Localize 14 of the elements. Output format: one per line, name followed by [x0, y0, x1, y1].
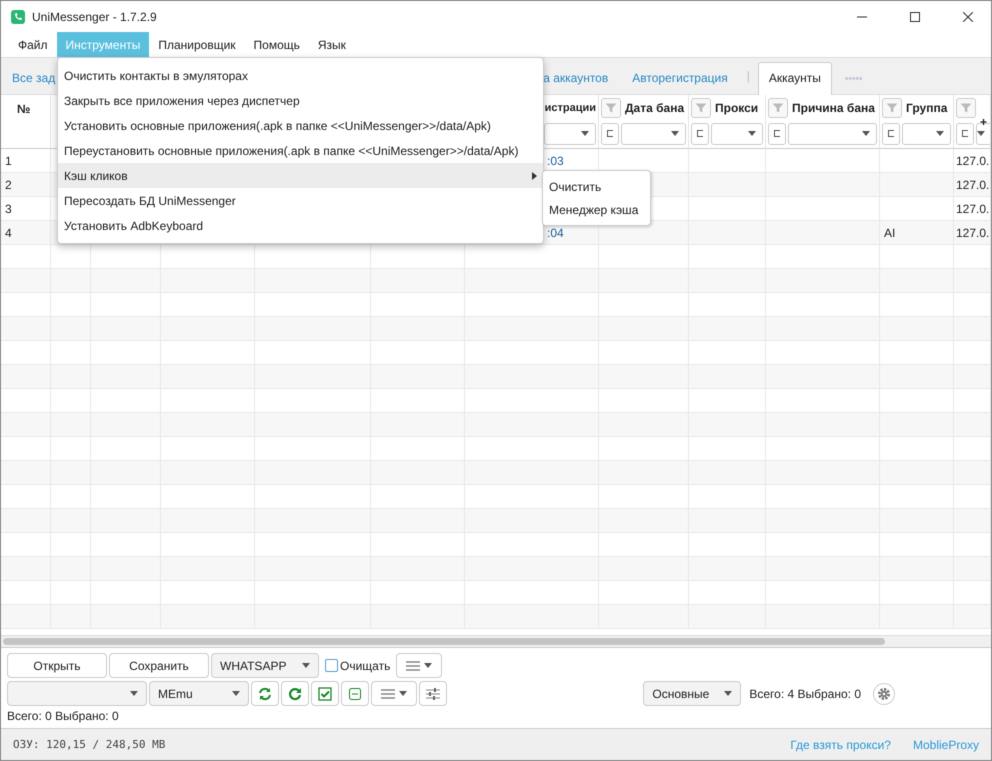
counts-text: Всего: 4 Выбрано: 0: [749, 686, 861, 700]
separator-text: |: [746, 69, 751, 85]
counts-text: Всего: 0 Выбрано: 0: [7, 709, 120, 723]
select-value: Основные: [652, 686, 710, 700]
window-title: UniMessenger - 1.7.2.9: [32, 10, 158, 24]
select-value: MEmu: [158, 686, 193, 700]
menu-entry-label: Очистить контакты в эмуляторах: [64, 68, 248, 82]
menu-entry-label: Закрыть все приложения через диспетчер: [64, 94, 300, 108]
menu-entry-label: Установить основные приложения(.apk в папке <<UniMessenger>>/data/Apk): [64, 118, 491, 132]
memory-usage-text: ОЗУ: 120,15 / 248,50 MB: [13, 738, 166, 751]
menu-entry-label: Кэш кликов: [64, 168, 128, 182]
menu-entry-label: Установить AdbKeyboard: [64, 218, 204, 232]
menu-entry-label: Пересоздать БД UniMessenger: [64, 194, 236, 208]
select-value: WHATSAPP: [220, 658, 286, 672]
